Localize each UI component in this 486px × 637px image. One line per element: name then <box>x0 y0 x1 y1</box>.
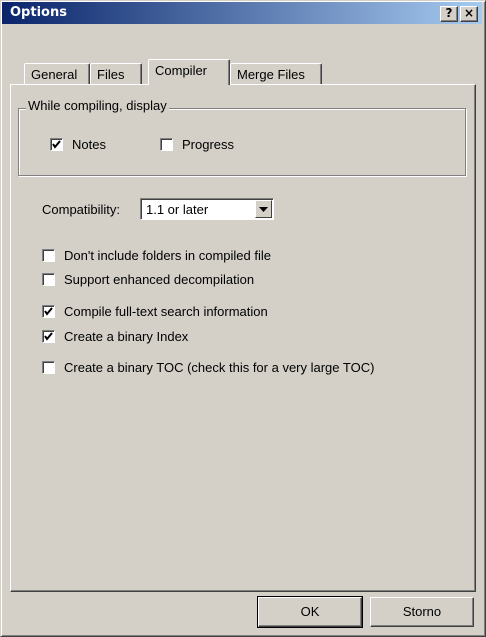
exclude-folders-label: Don't include folders in compiled file <box>64 248 271 263</box>
close-button[interactable]: × <box>460 6 478 22</box>
binary-toc-checkbox[interactable] <box>42 361 55 374</box>
chevron-down-icon <box>259 207 268 212</box>
binary-index-label: Create a binary Index <box>64 329 189 344</box>
enhanced-decompilation-checkbox[interactable] <box>42 273 55 286</box>
checkmark-icon <box>44 307 53 316</box>
progress-checkbox[interactable] <box>160 138 173 151</box>
exclude-folders-checkbox[interactable] <box>42 249 55 262</box>
help-button[interactable]: ? <box>440 6 458 22</box>
notes-checkbox[interactable] <box>50 138 63 151</box>
compile-display-legend: While compiling, display <box>26 98 169 113</box>
enhanced-decompilation-label: Support enhanced decompilation <box>64 272 255 287</box>
ok-button[interactable]: OK <box>257 596 363 628</box>
notes-label: Notes <box>72 137 106 152</box>
compatibility-select[interactable]: 1.1 or later <box>140 198 274 220</box>
full-text-search-label: Compile full-text search information <box>64 304 268 319</box>
compatibility-dropdown-button[interactable] <box>255 200 272 218</box>
compatibility-label: Compatibility: <box>42 202 121 217</box>
compatibility-value: 1.1 or later <box>146 202 209 217</box>
binary-toc-label: Create a binary TOC (check this for a ve… <box>64 360 375 375</box>
tab-general[interactable]: General <box>24 63 90 84</box>
tab-compiler[interactable]: Compiler <box>148 59 230 85</box>
full-text-search-checkbox[interactable] <box>42 305 55 318</box>
checkmark-icon <box>44 332 53 341</box>
checkmark-icon <box>52 140 61 149</box>
progress-label: Progress <box>182 137 235 152</box>
cancel-button[interactable]: Storno <box>370 597 474 627</box>
title-bar[interactable]: Options ? × <box>2 2 482 24</box>
window-title: Options <box>10 5 67 20</box>
binary-index-checkbox[interactable] <box>42 330 55 343</box>
tab-files[interactable]: Files <box>90 63 142 84</box>
tab-merge-files[interactable]: Merge Files <box>230 63 322 84</box>
